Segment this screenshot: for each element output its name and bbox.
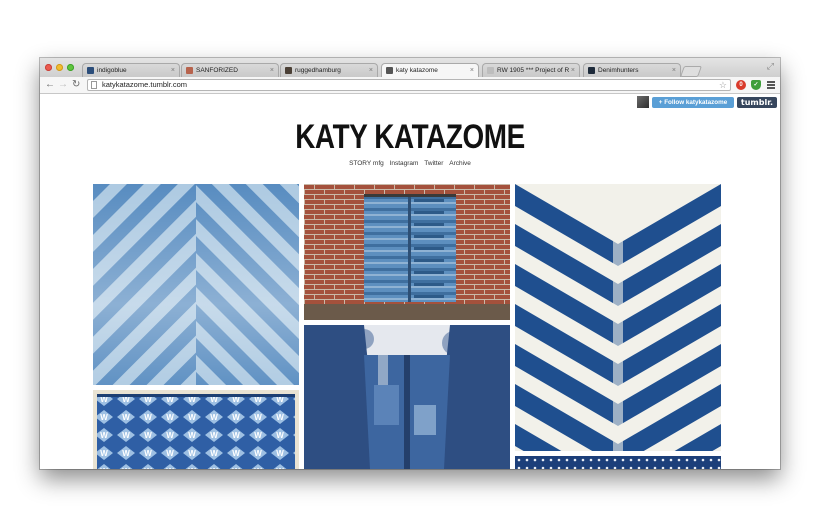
minimize-window-button[interactable] — [56, 64, 63, 71]
post-image-ikat-chevron[interactable] — [515, 184, 721, 451]
post-image-chevron-shibori[interactable] — [93, 184, 299, 385]
post-image-w-pattern-weave[interactable]: W — [93, 390, 299, 469]
tumblr-logo-button[interactable]: tumblr. — [737, 97, 777, 108]
zoom-window-button[interactable] — [67, 64, 74, 71]
back-arrow-icon[interactable]: ← — [45, 79, 55, 91]
tab-rw-1905[interactable]: RW 1905 *** Project of Ro × — [482, 63, 580, 77]
nav-link-instagram[interactable]: Instagram — [390, 160, 419, 167]
post-image-boro-noren[interactable] — [304, 184, 510, 320]
window-controls — [45, 64, 74, 71]
extension-red-icon[interactable]: 0 — [736, 80, 746, 90]
close-tab-icon[interactable]: × — [470, 67, 474, 74]
tab-sanforized[interactable]: SANFORIZED × — [181, 63, 279, 77]
fullscreen-icon[interactable]: ⤢ — [767, 61, 774, 72]
tab-title: indigoblue — [97, 67, 127, 74]
post-image-dotted-indigo[interactable] — [515, 456, 721, 469]
favicon-icon — [285, 67, 292, 74]
address-bar[interactable]: katykatazome.tumblr.com ☆ — [87, 79, 731, 91]
blog-nav: STORY mfg Instagram Twitter Archive — [40, 160, 780, 167]
tab-title: RW 1905 *** Project of Ro — [497, 67, 569, 74]
extension-shield-icon[interactable]: ✓ — [751, 80, 761, 90]
favicon-icon — [588, 67, 595, 74]
close-tab-icon[interactable]: × — [571, 67, 575, 74]
browser-window: indigoblue × SANFORIZED × ruggedhamburg … — [40, 58, 780, 469]
close-window-button[interactable] — [45, 64, 52, 71]
follow-button[interactable]: + Follow katykatazome — [652, 97, 734, 108]
tab-strip: indigoblue × SANFORIZED × ruggedhamburg … — [40, 58, 780, 77]
tab-title: Denimhunters — [598, 67, 639, 74]
bookmark-star-icon[interactable]: ☆ — [719, 80, 727, 90]
tab-ruggedhamburg[interactable]: ruggedhamburg × — [280, 63, 378, 77]
favicon-icon — [487, 67, 494, 74]
favicon-icon — [87, 67, 94, 74]
nav-link-archive[interactable]: Archive — [449, 160, 471, 167]
tab-title: katy katazome — [396, 67, 438, 74]
post-image-denim-overalls[interactable] — [304, 325, 510, 469]
browser-toolbar: ← → ↻ katykatazome.tumblr.com ☆ 0 ✓ — [40, 77, 780, 94]
menu-icon[interactable] — [767, 81, 775, 90]
url-text: katykatazome.tumblr.com — [102, 80, 188, 89]
tab-indigoblue[interactable]: indigoblue × — [82, 63, 180, 77]
tab-katy-katazome[interactable]: katy katazome × — [381, 63, 479, 77]
nav-link-story-mfg[interactable]: STORY mfg — [349, 160, 384, 167]
reload-icon[interactable]: ↻ — [72, 79, 80, 91]
tab-denimhunters[interactable]: Denimhunters × — [583, 63, 681, 77]
nav-link-twitter[interactable]: Twitter — [424, 160, 443, 167]
favicon-icon — [186, 67, 193, 74]
close-tab-icon[interactable]: × — [672, 67, 676, 74]
tab-title: ruggedhamburg — [295, 67, 341, 74]
close-tab-icon[interactable]: × — [369, 67, 373, 74]
close-tab-icon[interactable]: × — [171, 67, 175, 74]
tab-title: SANFORIZED — [196, 67, 238, 74]
blog-title[interactable]: KATY KATAZOME — [107, 118, 714, 156]
forward-arrow-icon[interactable]: → — [58, 79, 68, 91]
close-tab-icon[interactable]: × — [270, 67, 274, 74]
favicon-icon — [386, 67, 393, 74]
page-icon — [91, 81, 97, 89]
blog-avatar[interactable] — [637, 96, 649, 108]
page-content: + Follow katykatazome tumblr. KATY KATAZ… — [40, 94, 780, 469]
new-tab-button[interactable] — [679, 66, 703, 77]
